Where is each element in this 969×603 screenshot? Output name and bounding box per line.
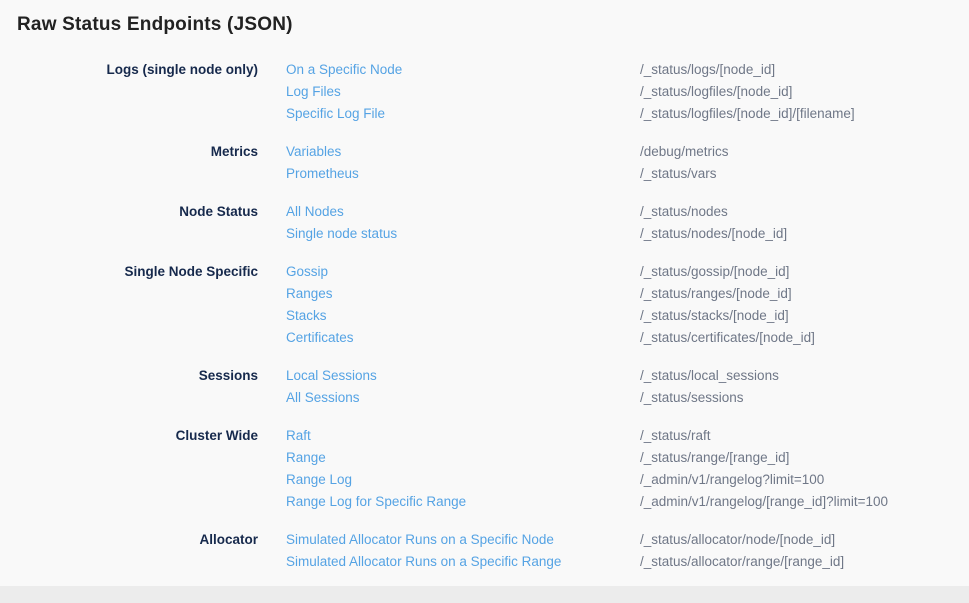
endpoint-row: Single node status/_status/nodes/[node_i… (0, 223, 969, 245)
endpoint-row: Range/_status/range/[range_id] (0, 447, 969, 469)
endpoint-row: Cluster WideRaft/_status/raft (0, 425, 969, 447)
endpoint-group: Single Node SpecificGossip/_status/gossi… (0, 261, 969, 349)
category-label (0, 469, 258, 491)
endpoint-path: /_status/logs/[node_id] (640, 59, 969, 81)
category-label (0, 447, 258, 469)
endpoint-path: /_status/nodes/[node_id] (640, 223, 969, 245)
category-label (0, 387, 258, 409)
endpoint-link[interactable]: Range (258, 447, 640, 469)
endpoint-group: Cluster WideRaft/_status/raftRange/_stat… (0, 425, 969, 513)
category-label (0, 223, 258, 245)
endpoint-row: Log Files/_status/logfiles/[node_id] (0, 81, 969, 103)
endpoint-path: /_status/stacks/[node_id] (640, 305, 969, 327)
endpoint-link[interactable]: Certificates (258, 327, 640, 349)
endpoint-group: SessionsLocal Sessions/_status/local_ses… (0, 365, 969, 409)
category-label (0, 163, 258, 185)
category-label: Single Node Specific (0, 261, 258, 283)
category-label (0, 551, 258, 573)
endpoint-row: SessionsLocal Sessions/_status/local_ses… (0, 365, 969, 387)
endpoint-path: /_status/local_sessions (640, 365, 969, 387)
endpoint-row: Simulated Allocator Runs on a Specific R… (0, 551, 969, 573)
endpoint-link[interactable]: Single node status (258, 223, 640, 245)
endpoint-link[interactable]: Stacks (258, 305, 640, 327)
category-label (0, 491, 258, 513)
endpoint-path: /_status/vars (640, 163, 969, 185)
endpoint-link[interactable]: Range Log for Specific Range (258, 491, 640, 513)
footer-strip (0, 586, 969, 603)
endpoint-sections: Logs (single node only)On a Specific Nod… (0, 59, 969, 573)
endpoint-row: Single Node SpecificGossip/_status/gossi… (0, 261, 969, 283)
endpoint-row: Logs (single node only)On a Specific Nod… (0, 59, 969, 81)
endpoint-path: /_status/certificates/[node_id] (640, 327, 969, 349)
endpoint-link[interactable]: Specific Log File (258, 103, 640, 125)
endpoint-link[interactable]: Simulated Allocator Runs on a Specific R… (258, 551, 640, 573)
endpoint-link[interactable]: On a Specific Node (258, 59, 640, 81)
endpoint-row: AllocatorSimulated Allocator Runs on a S… (0, 529, 969, 551)
endpoint-link[interactable]: Log Files (258, 81, 640, 103)
category-label: Cluster Wide (0, 425, 258, 447)
endpoint-group: Node StatusAll Nodes/_status/nodesSingle… (0, 201, 969, 245)
endpoint-path: /_status/allocator/node/[node_id] (640, 529, 969, 551)
endpoint-row: Certificates/_status/certificates/[node_… (0, 327, 969, 349)
category-label: Metrics (0, 141, 258, 163)
endpoint-link[interactable]: Gossip (258, 261, 640, 283)
endpoint-link[interactable]: Simulated Allocator Runs on a Specific N… (258, 529, 640, 551)
category-label (0, 327, 258, 349)
category-label (0, 283, 258, 305)
endpoint-path: /debug/metrics (640, 141, 969, 163)
endpoint-link[interactable]: Range Log (258, 469, 640, 491)
endpoint-row: MetricsVariables/debug/metrics (0, 141, 969, 163)
category-label (0, 103, 258, 125)
endpoint-row: All Sessions/_status/sessions (0, 387, 969, 409)
endpoint-group: AllocatorSimulated Allocator Runs on a S… (0, 529, 969, 573)
category-label: Allocator (0, 529, 258, 551)
page-title: Raw Status Endpoints (JSON) (0, 0, 969, 36)
category-label: Node Status (0, 201, 258, 223)
endpoint-path: /_status/raft (640, 425, 969, 447)
endpoint-row: Ranges/_status/ranges/[node_id] (0, 283, 969, 305)
endpoint-link[interactable]: All Sessions (258, 387, 640, 409)
endpoint-path: /_status/range/[range_id] (640, 447, 969, 469)
endpoint-path: /_status/logfiles/[node_id] (640, 81, 969, 103)
category-label (0, 81, 258, 103)
endpoint-link[interactable]: All Nodes (258, 201, 640, 223)
endpoint-group: Logs (single node only)On a Specific Nod… (0, 59, 969, 125)
endpoint-row: Node StatusAll Nodes/_status/nodes (0, 201, 969, 223)
endpoint-link[interactable]: Ranges (258, 283, 640, 305)
endpoint-group: MetricsVariables/debug/metricsPrometheus… (0, 141, 969, 185)
endpoint-link[interactable]: Prometheus (258, 163, 640, 185)
endpoint-row: Prometheus/_status/vars (0, 163, 969, 185)
category-label: Sessions (0, 365, 258, 387)
endpoint-link[interactable]: Raft (258, 425, 640, 447)
category-label: Logs (single node only) (0, 59, 258, 81)
endpoint-path: /_status/gossip/[node_id] (640, 261, 969, 283)
endpoint-row: Stacks/_status/stacks/[node_id] (0, 305, 969, 327)
endpoint-row: Range Log for Specific Range/_admin/v1/r… (0, 491, 969, 513)
endpoint-path: /_status/logfiles/[node_id]/[filename] (640, 103, 969, 125)
endpoint-path: /_admin/v1/rangelog/[range_id]?limit=100 (640, 491, 969, 513)
category-label (0, 305, 258, 327)
endpoint-path: /_status/sessions (640, 387, 969, 409)
endpoint-path: /_admin/v1/rangelog?limit=100 (640, 469, 969, 491)
endpoint-row: Specific Log File/_status/logfiles/[node… (0, 103, 969, 125)
endpoint-path: /_status/ranges/[node_id] (640, 283, 969, 305)
endpoint-path: /_status/nodes (640, 201, 969, 223)
endpoint-link[interactable]: Local Sessions (258, 365, 640, 387)
endpoint-row: Range Log/_admin/v1/rangelog?limit=100 (0, 469, 969, 491)
raw-status-endpoints-page: Raw Status Endpoints (JSON) Logs (single… (0, 0, 969, 573)
endpoint-path: /_status/allocator/range/[range_id] (640, 551, 969, 573)
endpoint-link[interactable]: Variables (258, 141, 640, 163)
